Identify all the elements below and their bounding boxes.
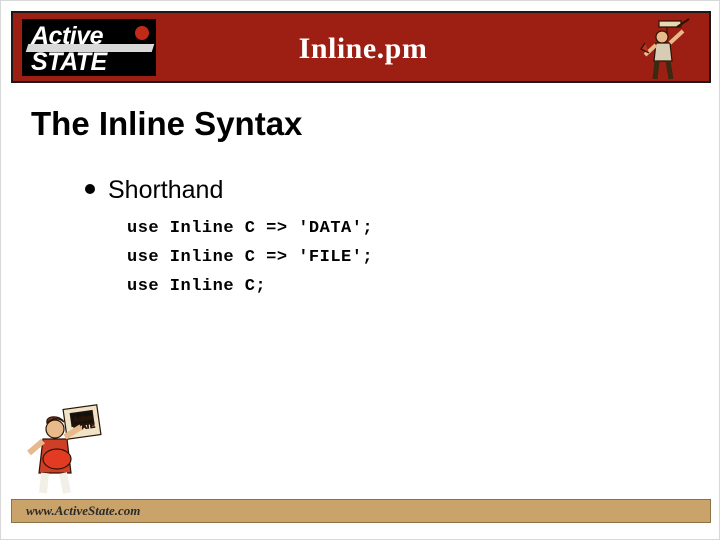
footer-band: www.ActiveState.com	[11, 499, 711, 523]
header-band: Inline.pm Active STATE	[11, 11, 711, 83]
logo-dot-shape	[135, 26, 149, 40]
bullet-label: Shorthand	[108, 176, 224, 204]
activestate-mascot-icon	[637, 15, 693, 83]
logo-line2: STATE	[31, 48, 107, 76]
activestate-logo: Active STATE	[22, 19, 156, 76]
slide-heading: The Inline Syntax	[31, 105, 303, 142]
activestate-mascot-icon-footer: Active STATE	[19, 403, 115, 495]
slide: Inline.pm Active STATE The Inline Syntax…	[0, 0, 720, 540]
bullet-item-shorthand: Shorthand	[85, 176, 223, 205]
code-block: use Inline C => 'DATA'; use Inline C => …	[127, 219, 374, 296]
bullet-dot-icon	[85, 184, 95, 194]
footer-url: www.ActiveState.com	[26, 503, 141, 518]
